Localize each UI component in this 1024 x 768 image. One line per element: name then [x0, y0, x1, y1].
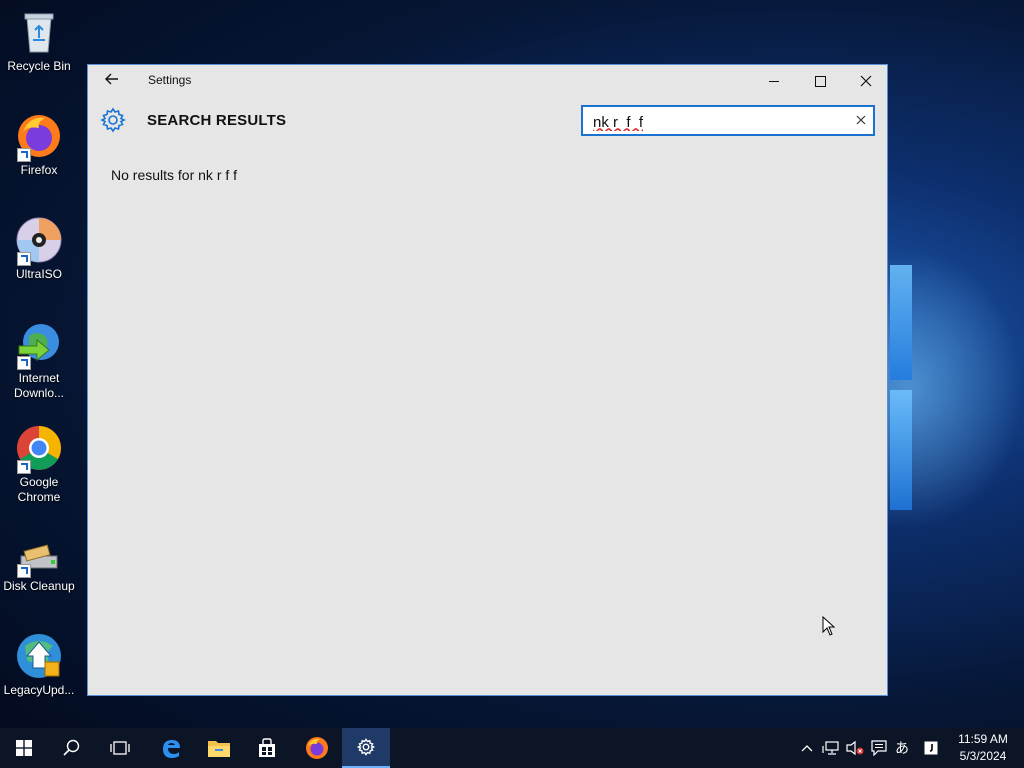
close-icon: [856, 115, 866, 125]
back-arrow-icon: [105, 73, 118, 85]
volume-button[interactable]: [844, 728, 866, 768]
search-header: SEARCH RESULTS: [88, 105, 887, 137]
minimize-icon: [769, 80, 779, 82]
shortcut-arrow-icon: [17, 460, 31, 474]
desktop-icon-label: Recycle Bin: [7, 59, 71, 73]
firefox-icon: [15, 112, 63, 162]
firefox-icon: [306, 737, 328, 759]
desktop-icon-internet-download-manager[interactable]: Internet Downlo...: [0, 320, 78, 401]
search-button[interactable]: [48, 728, 96, 768]
ime-mode-button[interactable]: [920, 728, 942, 768]
settings-window: Settings SEARCH RESULTS nk r f f No resu…: [87, 64, 888, 696]
shortcut-arrow-icon: [17, 148, 31, 162]
desktop-icon-ultraiso[interactable]: UltraISO: [0, 216, 78, 282]
legacyupdate-icon: [15, 632, 63, 680]
gear-icon: [100, 107, 126, 133]
windows-logo-icon: [16, 740, 32, 756]
shortcut-arrow-icon: [17, 252, 31, 266]
back-button[interactable]: [102, 71, 122, 91]
gear-icon: [357, 738, 375, 756]
desktop-icon-label: Google Chrome: [17, 475, 61, 504]
edge-icon: [163, 740, 180, 758]
maximize-icon: [814, 75, 826, 87]
wallpaper-logo-pane-top: [890, 265, 912, 380]
taskbar-store[interactable]: [243, 728, 291, 768]
taskbar-file-explorer[interactable]: [195, 728, 243, 768]
window-title: Settings: [148, 73, 192, 87]
desktop-icon-label: UltraISO: [15, 267, 62, 281]
disc-icon: [15, 216, 63, 266]
ime-mode-icon: [924, 741, 938, 755]
clear-search-button[interactable]: [856, 113, 866, 129]
desktop-icon-label: Disk Cleanup: [3, 579, 75, 593]
disk-cleanup-icon: [15, 536, 63, 578]
desktop-icon-label: LegacyUpd...: [3, 683, 75, 697]
store-bag-icon: [259, 738, 275, 757]
page-title: SEARCH RESULTS: [147, 112, 287, 129]
desktop-icon-label: Firefox: [20, 163, 58, 177]
task-view-icon: [110, 741, 130, 755]
desktop-icon-disk-cleanup[interactable]: Disk Cleanup: [0, 536, 78, 594]
close-icon: [860, 75, 872, 87]
show-hidden-icons-button[interactable]: [796, 728, 818, 768]
shortcut-arrow-icon: [17, 564, 31, 578]
taskbar: あ 11:59 AM 5/3/2024: [0, 728, 1024, 768]
clock-date: 5/3/2024: [959, 749, 1007, 763]
mouse-cursor-icon: [822, 616, 836, 636]
no-results-message: No results for nk r f f: [111, 167, 238, 183]
desktop-icon-label: Internet Downlo...: [13, 371, 65, 400]
desktop-icon-firefox[interactable]: Firefox: [0, 112, 78, 178]
action-center-button[interactable]: [868, 728, 890, 768]
chrome-icon: [15, 424, 63, 474]
search-box[interactable]: [581, 105, 875, 136]
taskbar-settings[interactable]: [342, 728, 390, 768]
clock[interactable]: 11:59 AM 5/3/2024: [946, 731, 1020, 765]
desktop-icon-recycle-bin[interactable]: Recycle Bin: [0, 8, 78, 74]
network-icon: [822, 741, 839, 755]
task-view-button[interactable]: [96, 728, 144, 768]
search-icon: [63, 739, 80, 756]
network-button[interactable]: [820, 728, 842, 768]
chevron-up-icon: [801, 745, 813, 752]
volume-muted-icon: [846, 740, 864, 756]
shortcut-arrow-icon: [17, 356, 31, 370]
desktop-icon-legacyupdate[interactable]: LegacyUpd...: [0, 632, 78, 698]
desktop-icon-google-chrome[interactable]: Google Chrome: [0, 424, 78, 505]
close-button[interactable]: [843, 65, 889, 97]
start-button[interactable]: [0, 728, 48, 768]
ime-indicator[interactable]: あ: [892, 728, 912, 768]
wallpaper-logo-pane-bottom: [890, 390, 912, 510]
search-input[interactable]: [591, 112, 845, 132]
title-bar[interactable]: Settings: [88, 65, 887, 97]
taskbar-edge[interactable]: [147, 728, 195, 768]
maximize-button[interactable]: [797, 65, 843, 97]
notification-icon: [871, 740, 887, 756]
folder-icon: [208, 741, 230, 757]
clock-time: 11:59 AM: [958, 732, 1008, 746]
recycle-bin-icon: [15, 8, 63, 56]
minimize-button[interactable]: [751, 65, 797, 97]
taskbar-firefox[interactable]: [293, 728, 341, 768]
globe-download-icon: [15, 320, 63, 370]
